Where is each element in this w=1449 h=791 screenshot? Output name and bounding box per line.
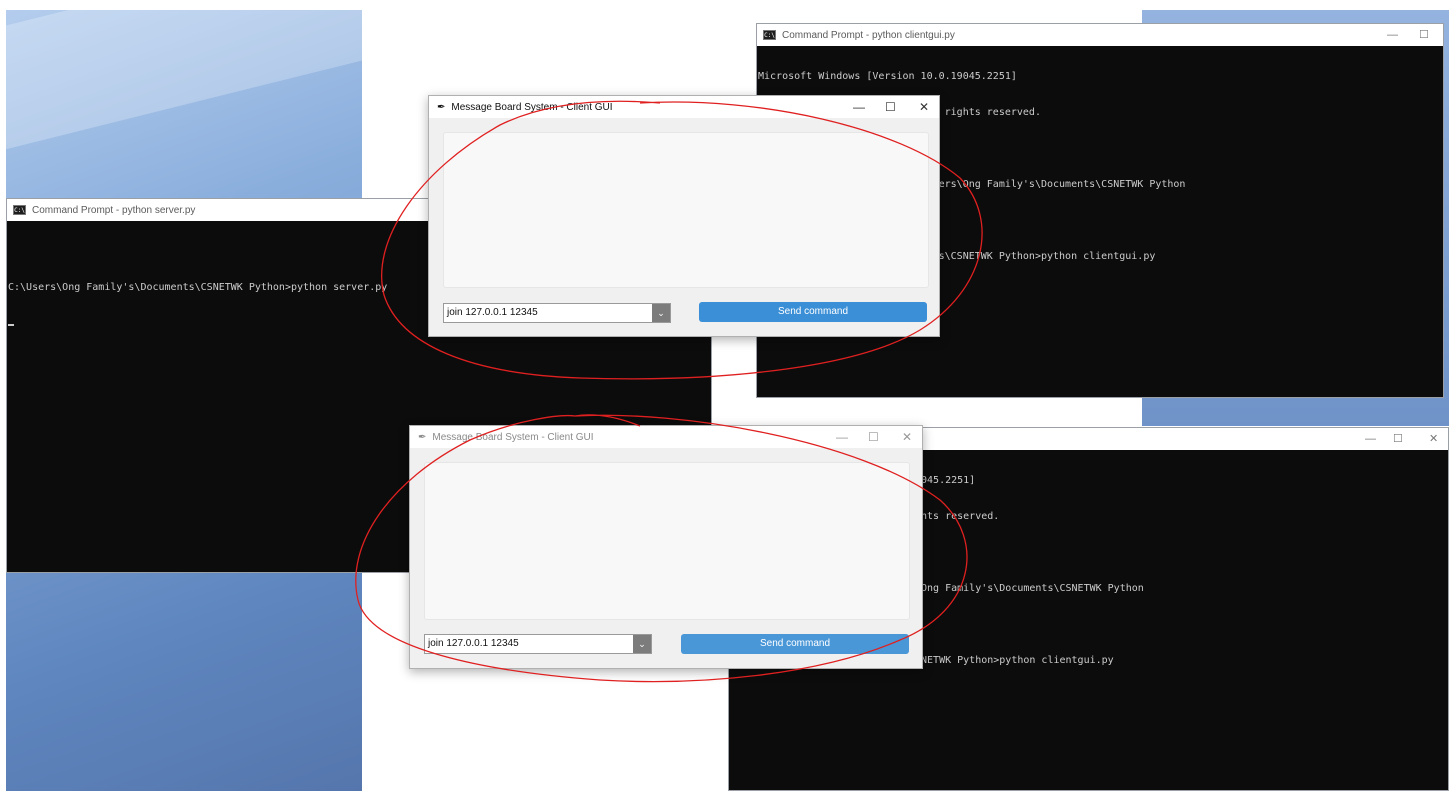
annotation-circle-top bbox=[381, 100, 983, 380]
annotation-overlay bbox=[355, 100, 983, 683]
annotation-circle-bottom bbox=[355, 414, 968, 683]
